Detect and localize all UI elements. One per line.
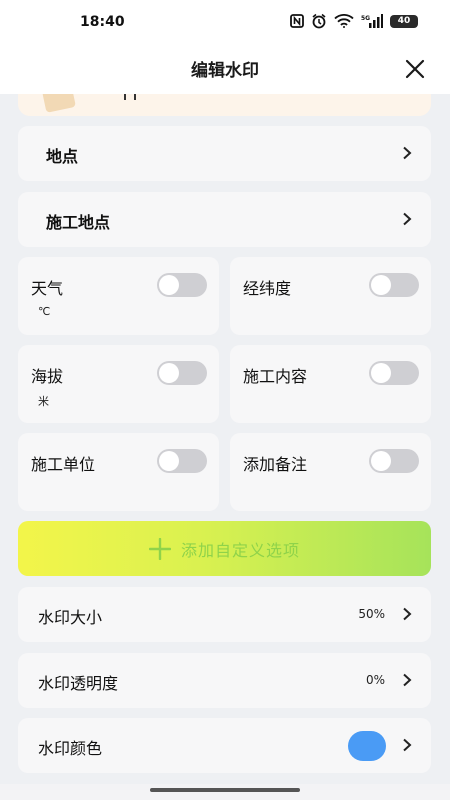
status-bar: 18:40 5G 40	[0, 0, 450, 44]
add-custom-option-button[interactable]: 添加自定义选项	[18, 521, 431, 576]
weather-unit: ℃	[38, 305, 51, 318]
add-custom-option-label: 添加自定义选项	[180, 540, 300, 560]
weather-label: 天气	[31, 279, 64, 298]
chevron-right-icon	[399, 606, 415, 622]
note-toggle[interactable]	[369, 449, 419, 473]
weather-card: 天气 ℃	[18, 257, 219, 335]
plus-icon	[148, 537, 171, 560]
note-card: 添加备注	[230, 433, 431, 511]
watermark-color-label: 水印颜色	[38, 739, 103, 758]
latlng-card: 经纬度	[230, 257, 431, 335]
note-label: 添加备注	[243, 455, 308, 474]
altitude-card: 海拔 米	[18, 345, 219, 423]
toggle-knob	[159, 363, 179, 383]
network-type: 5G	[361, 15, 370, 22]
chevron-right-icon	[399, 737, 415, 753]
page-title: 编辑水印	[191, 61, 259, 81]
location-row[interactable]: 地点	[18, 126, 431, 181]
location-label: 地点	[46, 147, 79, 166]
toggle-knob	[371, 451, 391, 471]
status-icons: 5G 40	[290, 13, 418, 29]
navigation-bar	[0, 784, 450, 800]
nfc-icon	[290, 13, 304, 29]
watermark-opacity-row[interactable]: 水印透明度 0%	[18, 653, 431, 708]
watermark-color-row[interactable]: 水印颜色	[18, 718, 431, 773]
chevron-right-icon	[399, 145, 415, 161]
watermark-opacity-value: 0%	[365, 673, 385, 687]
home-indicator[interactable]	[150, 788, 300, 792]
watermark-opacity-label: 水印透明度	[38, 674, 119, 693]
watermark-size-value: 50%	[358, 607, 385, 621]
unit-label: 施工单位	[31, 455, 96, 474]
watermark-size-row[interactable]: 水印大小 50%	[18, 587, 431, 642]
cropped-text-icon	[124, 94, 136, 100]
battery-icon: 40	[390, 14, 418, 28]
construction-site-label: 施工地点	[46, 213, 111, 232]
toggle-knob	[371, 275, 391, 295]
watermark-preview-card[interactable]	[18, 94, 431, 116]
watermark-color-swatch[interactable]	[348, 731, 386, 761]
close-icon	[405, 59, 425, 79]
construction-site-row[interactable]: 施工地点	[18, 192, 431, 247]
latlng-label: 经纬度	[243, 279, 292, 298]
wifi-icon	[334, 13, 354, 29]
altitude-unit: 米	[38, 395, 49, 408]
unit-card: 施工单位	[18, 433, 219, 511]
chevron-right-icon	[399, 211, 415, 227]
close-button[interactable]	[402, 56, 428, 82]
watermark-size-label: 水印大小	[38, 608, 103, 627]
toggle-knob	[159, 275, 179, 295]
content-label: 施工内容	[243, 367, 308, 386]
weather-toggle[interactable]	[157, 273, 207, 297]
alarm-icon	[311, 13, 327, 29]
content-card: 施工内容	[230, 345, 431, 423]
header: 编辑水印	[0, 44, 450, 94]
signal-icon: 5G	[361, 13, 383, 29]
altitude-label: 海拔	[31, 367, 64, 386]
unit-toggle[interactable]	[157, 449, 207, 473]
status-time: 18:40	[80, 14, 125, 30]
latlng-toggle[interactable]	[369, 273, 419, 297]
content-toggle[interactable]	[369, 361, 419, 385]
toggle-knob	[159, 451, 179, 471]
watermark-thumbnail-icon	[42, 94, 76, 113]
altitude-toggle[interactable]	[157, 361, 207, 385]
chevron-right-icon	[399, 672, 415, 688]
toggle-knob	[371, 363, 391, 383]
